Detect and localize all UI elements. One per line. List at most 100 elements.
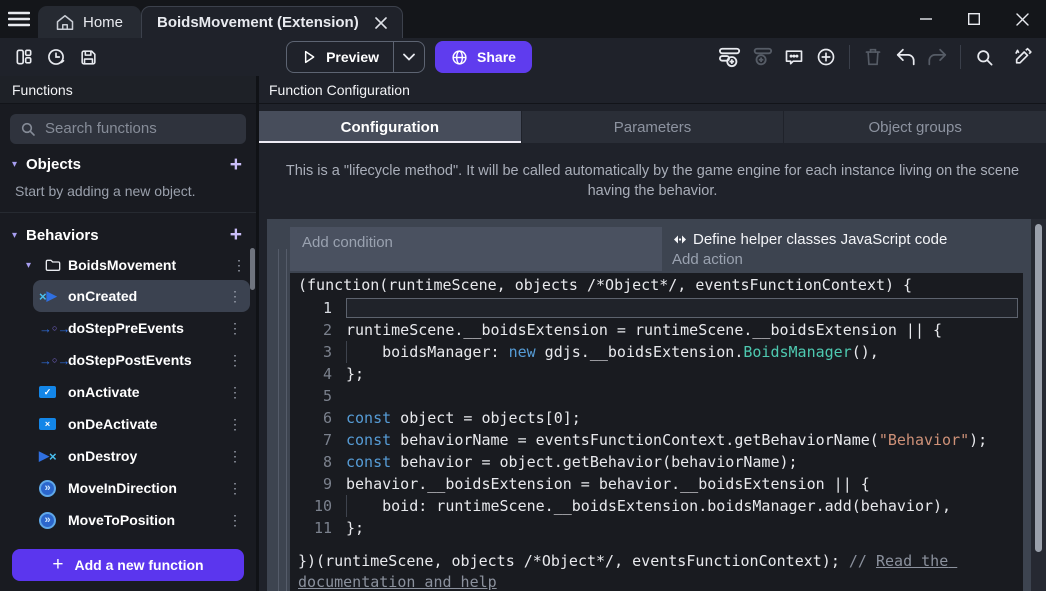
choose-event-button[interactable]: [812, 42, 840, 72]
code-line-1[interactable]: 1: [290, 297, 1023, 319]
search-icon: [20, 121, 36, 137]
add-function-button[interactable]: + Add a new function: [12, 549, 244, 581]
js-code-editor[interactable]: (function(runtimeScene, objects /*Object…: [290, 273, 1023, 591]
add-comment-button[interactable]: [780, 42, 808, 72]
panels-icon: [14, 47, 34, 67]
add-condition-button[interactable]: Add condition: [290, 227, 662, 271]
kebab-menu-icon[interactable]: ⋮: [228, 288, 242, 305]
edit-extension-button[interactable]: [1008, 42, 1036, 72]
edit-pencil-icon: [1012, 47, 1033, 67]
code-line-3[interactable]: 3 boidsManager: new gdjs.__boidsExtensio…: [290, 341, 1023, 363]
kebab-menu-icon[interactable]: ⋮: [228, 352, 242, 369]
gear-icon: »: [39, 480, 65, 497]
maximize-button[interactable]: [950, 0, 998, 38]
sidebar-item-onactivate[interactable]: ✓onActivate⋮: [33, 376, 250, 408]
search-events-button[interactable]: [970, 42, 998, 72]
project-manager-button[interactable]: [10, 42, 38, 72]
kebab-menu-icon[interactable]: ⋮: [228, 512, 242, 529]
line-content[interactable]: boidsManager: new gdjs.__boidsExtension.…: [346, 341, 1018, 363]
tab-object-groups[interactable]: Object groups: [784, 111, 1046, 143]
preview-button[interactable]: Preview: [287, 42, 393, 72]
kebab-menu-icon[interactable]: ⋮: [228, 320, 242, 337]
function-configuration-panel: Function Configuration ConfigurationPara…: [259, 76, 1046, 591]
save-button[interactable]: [74, 42, 102, 72]
redo-button[interactable]: [923, 42, 951, 72]
close-tab-icon[interactable]: [375, 17, 387, 29]
kebab-menu-icon[interactable]: ⋮: [232, 257, 246, 274]
sidebar-item-moveindirection[interactable]: »MoveInDirection⋮: [33, 472, 250, 504]
kebab-menu-icon[interactable]: ⋮: [228, 384, 242, 401]
line-number: 8: [290, 451, 346, 473]
objects-section-header[interactable]: ▾ Objects +: [0, 150, 256, 180]
sidebar-scrollbar[interactable]: [250, 248, 255, 290]
hamburger-icon: [8, 11, 30, 27]
preview-options-button[interactable]: [394, 42, 424, 72]
line-content[interactable]: const behaviorName = eventsFunctionConte…: [346, 429, 1018, 451]
line-content[interactable]: runtimeScene.__boidsExtension = runtimeS…: [346, 319, 1018, 341]
code-line-5[interactable]: 5: [290, 385, 1023, 407]
event-indent-guide: [286, 249, 287, 591]
line-content[interactable]: boid: runtimeScene.__boidsExtension.boid…: [346, 495, 1018, 517]
code-line-11[interactable]: 11};: [290, 517, 1023, 539]
line-content[interactable]: [346, 385, 1018, 407]
undo-button[interactable]: [891, 42, 919, 72]
sidebar-item-dosteppostevents[interactable]: →○→doStepPostEvents⋮: [33, 344, 250, 376]
add-behavior-button[interactable]: +: [230, 225, 242, 245]
tab-configuration[interactable]: Configuration: [259, 111, 522, 143]
line-content[interactable]: [346, 298, 1018, 318]
line-content[interactable]: const object = objects[0];: [346, 407, 1018, 429]
line-content[interactable]: const behavior = object.getBehavior(beha…: [346, 451, 1018, 473]
code-line-4[interactable]: 4};: [290, 363, 1023, 385]
line-content[interactable]: behavior.__boidsExtension = behavior.__b…: [346, 473, 1018, 495]
add-action-button[interactable]: Add action: [672, 251, 1023, 271]
main-menu-button[interactable]: [0, 0, 38, 38]
titlebar: Home BoidsMovement (Extension): [0, 0, 1046, 38]
code-line-2[interactable]: 2runtimeScene.__boidsExtension = runtime…: [290, 319, 1023, 341]
code-line-8[interactable]: 8const behavior = object.getBehavior(beh…: [290, 451, 1023, 473]
content-area: Functions ▾ Objects + Start by adding a …: [0, 76, 1046, 591]
minimize-button[interactable]: [902, 0, 950, 38]
behavior-folder-boidsmovement[interactable]: ▾ BoidsMovement ⋮: [0, 250, 256, 280]
delete-button[interactable]: [859, 42, 887, 72]
line-number: 2: [290, 319, 346, 341]
configuration-tabs: ConfigurationParametersObject groups: [259, 111, 1046, 143]
sidebar-item-ondeactivate[interactable]: ×onDeActivate⋮: [33, 408, 250, 440]
kebab-menu-icon[interactable]: ⋮: [228, 416, 242, 433]
events-scrollbar-track: [1031, 219, 1046, 591]
events-scrollbar[interactable]: [1035, 224, 1042, 552]
close-line-comment: //: [849, 552, 876, 570]
line-number: 10: [290, 495, 346, 517]
code-line-6[interactable]: 6const object = objects[0];: [290, 407, 1023, 429]
line-content[interactable]: };: [346, 517, 1018, 539]
tab-boidsmovement-label: BoidsMovement (Extension): [157, 14, 359, 31]
search-functions-input[interactable]: [45, 120, 236, 137]
history-button[interactable]: [42, 42, 70, 72]
behaviors-section-header[interactable]: ▾ Behaviors +: [0, 221, 256, 251]
js-code-event-title[interactable]: Define helper classes JavaScript code: [672, 227, 1023, 251]
tab-home[interactable]: Home: [38, 6, 141, 38]
code-line-10[interactable]: 10 boid: runtimeScene.__boidsExtension.b…: [290, 495, 1023, 517]
close-window-button[interactable]: [998, 0, 1046, 38]
tab-home-label: Home: [83, 14, 123, 31]
step-icon: →○→: [39, 321, 65, 336]
add-event-button[interactable]: [716, 42, 744, 72]
add-object-button[interactable]: +: [230, 155, 242, 175]
function-name: onDeActivate: [68, 416, 157, 432]
line-content[interactable]: };: [346, 363, 1018, 385]
sidebar-item-oncreated[interactable]: ×▶onCreated⋮: [33, 280, 250, 312]
share-button[interactable]: Share: [435, 41, 532, 73]
sidebar-item-dosteppreevents[interactable]: →○→doStepPreEvents⋮: [33, 312, 250, 344]
comment-icon: [784, 47, 804, 67]
tab-parameters[interactable]: Parameters: [522, 111, 785, 143]
add-subevent-button[interactable]: [748, 42, 776, 72]
main-toolbar: Preview Share: [0, 38, 1046, 76]
sidebar-item-movetoposition[interactable]: »MoveToPosition⋮: [33, 504, 250, 536]
preview-split-button: Preview: [286, 41, 425, 73]
tab-boidsmovement-extension[interactable]: BoidsMovement (Extension): [141, 6, 403, 38]
code-line-9[interactable]: 9behavior.__boidsExtension = behavior.__…: [290, 473, 1023, 495]
kebab-menu-icon[interactable]: ⋮: [228, 480, 242, 497]
sidebar-item-ondestroy[interactable]: ▶×onDestroy⋮: [33, 440, 250, 472]
line-number: 1: [290, 297, 346, 319]
kebab-menu-icon[interactable]: ⋮: [228, 448, 242, 465]
code-line-7[interactable]: 7const behaviorName = eventsFunctionCont…: [290, 429, 1023, 451]
